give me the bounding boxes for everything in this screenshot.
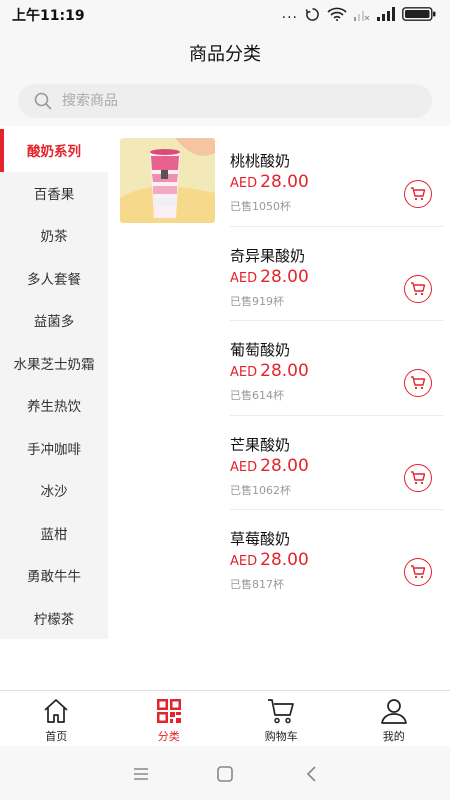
status-time: 上午11:19 xyxy=(12,8,85,24)
search-icon xyxy=(34,92,52,110)
cart-icon xyxy=(411,470,426,484)
nav-label-profile: 我的 xyxy=(382,730,405,743)
product-sold-count: 已售614杯 xyxy=(230,389,284,402)
sidebar-item-milk-tea[interactable]: 奶茶 xyxy=(0,214,108,257)
price-amount: 28.00 xyxy=(260,455,309,476)
sidebar-item-brave-cow[interactable]: 勇敢牛牛 xyxy=(0,554,108,597)
price-amount: 28.00 xyxy=(260,550,309,570)
search-box[interactable] xyxy=(18,84,432,118)
category-sidebar: 酸奶系列 百香果 奶茶 多人套餐 益菌多 水果芝士奶霜 养生热饮 手冲咖啡 冰沙… xyxy=(0,129,108,639)
product-item[interactable]: 奇异果酸奶 AED 28.00 已售919杯 xyxy=(108,227,450,321)
sidebar-item-pour-over-coffee[interactable]: 手冲咖啡 xyxy=(0,427,108,470)
nav-label-category: 分类 xyxy=(157,730,180,743)
add-to-cart-button[interactable] xyxy=(404,558,432,586)
cart-icon xyxy=(411,565,426,579)
add-to-cart-button[interactable] xyxy=(404,274,432,303)
price-currency: AED xyxy=(230,270,258,286)
category-icon xyxy=(156,699,181,723)
nav-item-category[interactable]: 分类 xyxy=(113,691,226,746)
nav-item-profile[interactable]: 我的 xyxy=(338,691,450,746)
product-image[interactable] xyxy=(120,138,215,223)
menu-icon[interactable] xyxy=(131,764,151,784)
status-icons: ... xyxy=(282,6,436,22)
product-item[interactable]: 芒果酸奶 AED 28.00 已售1062杯 xyxy=(108,416,450,510)
home-icon xyxy=(44,699,68,723)
product-price: AED 28.00 xyxy=(230,550,309,570)
product-price: AED 28.00 xyxy=(230,456,309,476)
header: 商品分类 xyxy=(0,28,450,76)
sidebar-item-fruit-cheese[interactable]: 水果芝士奶霜 xyxy=(0,342,108,385)
product-item[interactable]: 草莓酸奶 AED 28.00 已售817杯 xyxy=(108,510,450,605)
sidebar-item-lemon-tea[interactable]: 柠檬茶 xyxy=(0,597,108,640)
sidebar-item-hot-drinks[interactable]: 养生热饮 xyxy=(0,384,108,427)
sidebar-item-group-set[interactable]: 多人套餐 xyxy=(0,257,108,300)
signal-weak-icon xyxy=(354,11,370,21)
cart-icon xyxy=(411,281,426,295)
product-price: AED 28.00 xyxy=(230,172,309,192)
product-sold-count: 已售919杯 xyxy=(230,294,284,308)
price-currency: AED xyxy=(230,554,258,569)
search-input[interactable] xyxy=(62,84,412,118)
bottom-nav: 首页 分类 购物车 我的 xyxy=(0,690,450,746)
product-item[interactable]: 桃桃酸奶 AED 28.00 已售1050杯 xyxy=(108,132,450,227)
system-nav-bar xyxy=(0,746,450,800)
product-sold-count: 已售817杯 xyxy=(230,578,284,591)
product-price: AED 28.00 xyxy=(230,361,309,381)
more-dots-icon: ... xyxy=(281,6,298,22)
signal-icon xyxy=(377,7,395,21)
price-amount: 28.00 xyxy=(260,266,309,287)
cart-icon xyxy=(411,187,426,201)
sidebar-item-smoothie[interactable]: 冰沙 xyxy=(0,469,108,512)
sync-icon xyxy=(305,7,319,21)
nav-label-home: 首页 xyxy=(45,730,68,743)
add-to-cart-button[interactable] xyxy=(404,180,432,208)
nav-label-cart: 购物车 xyxy=(264,730,298,743)
product-name: 草莓酸奶 xyxy=(230,530,291,548)
back-icon[interactable] xyxy=(302,764,322,784)
battery-icon xyxy=(402,7,436,21)
user-icon xyxy=(380,699,407,724)
product-list: 桃桃酸奶 AED 28.00 已售1050杯 奇异果酸奶 AED 28.00 已售9… xyxy=(108,132,450,605)
price-amount: 28.00 xyxy=(260,172,309,192)
product-sold-count: 已售1062杯 xyxy=(230,483,291,497)
add-to-cart-button[interactable] xyxy=(404,369,432,397)
status-bar: 上午11:19 ... xyxy=(0,0,450,28)
wifi-icon xyxy=(327,7,347,21)
cart-icon xyxy=(268,699,295,724)
cart-icon xyxy=(411,376,426,390)
nav-item-home[interactable]: 首页 xyxy=(0,691,113,746)
sidebar-item-yakult[interactable]: 益菌多 xyxy=(0,299,108,342)
sidebar-item-blue-citrus[interactable]: 蓝柑 xyxy=(0,512,108,555)
price-amount: 28.00 xyxy=(260,361,309,381)
sidebar-item-yogurt-series[interactable]: 酸奶系列 xyxy=(0,129,108,172)
product-item[interactable]: 葡萄酸奶 AED 28.00 已售614杯 xyxy=(108,321,450,416)
price-currency: AED xyxy=(230,176,258,191)
product-sold-count: 已售1050杯 xyxy=(230,200,291,213)
product-price: AED 28.00 xyxy=(230,267,309,287)
product-name: 芒果酸奶 xyxy=(230,435,291,454)
home-square-icon[interactable] xyxy=(215,764,235,784)
add-to-cart-button[interactable] xyxy=(404,463,432,492)
price-currency: AED xyxy=(230,365,258,380)
product-name: 葡萄酸奶 xyxy=(230,341,291,359)
nav-item-cart[interactable]: 购物车 xyxy=(225,691,338,746)
product-name: 桃桃酸奶 xyxy=(230,152,291,170)
page-title: 商品分类 xyxy=(189,44,261,65)
search-bar xyxy=(0,76,450,126)
sidebar-item-passion-fruit[interactable]: 百香果 xyxy=(0,172,108,215)
product-name: 奇异果酸奶 xyxy=(230,246,306,265)
price-currency: AED xyxy=(230,459,258,475)
